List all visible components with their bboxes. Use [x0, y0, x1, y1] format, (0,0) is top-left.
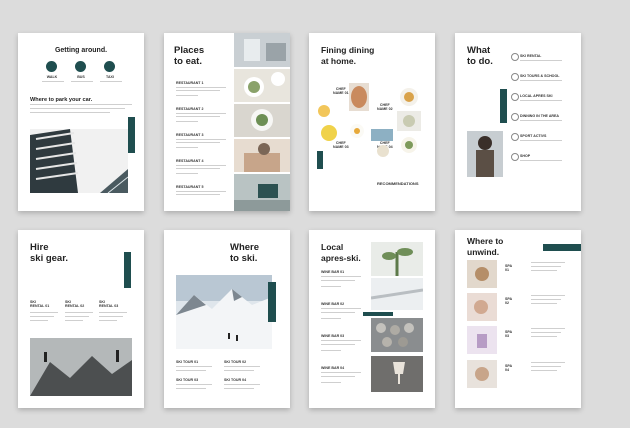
mountain-photo	[30, 338, 132, 396]
spa-label: SPA 01	[505, 264, 513, 272]
spa-label: SPA 02	[505, 297, 513, 305]
tour-label: SKI TOUR 04	[224, 378, 247, 382]
page-apres-ski: Local apres-ski. WINE BAR 01 WINE BAR 02…	[309, 230, 435, 408]
list-item: SPORT ACTIVS	[520, 134, 547, 138]
page-hire-ski-gear: Hire ski gear. SKI RENTAL 01 SKI RENTAL …	[18, 230, 144, 408]
page-places-to-eat: Places to eat. RESTAURANT 1 RESTAURANT 2…	[164, 33, 290, 211]
spa-photo	[467, 326, 497, 354]
page-title: Getting around.	[54, 47, 108, 54]
list-item: SKI RENTAL	[520, 54, 542, 58]
page-fine-dining: Fining dining at home. CHEF NAME 01 CHEF…	[309, 33, 435, 211]
page-title: Places to eat.	[174, 45, 205, 67]
bar-label: WINE BAR 03	[321, 334, 345, 338]
list-item: LOCAL APRES SKI	[520, 94, 553, 98]
wine-corks-photo	[371, 318, 423, 352]
car-icon	[104, 61, 115, 72]
list-item: RESTAURANT 3	[176, 133, 204, 137]
restaurant-photo	[234, 33, 290, 67]
tour-label: SKI TOUR 02	[224, 360, 247, 364]
list-item: DINNING IN THE AREA	[520, 114, 559, 118]
restaurant-photo	[234, 174, 290, 211]
restaurant-photo	[234, 139, 290, 172]
food-photo	[234, 69, 290, 102]
list-item: RESTAURANT 2	[176, 107, 204, 111]
bar-label: WINE BAR 02	[321, 302, 345, 306]
bar-label: WINE BAR 01	[321, 270, 345, 274]
spa-label: SPA 03	[505, 330, 513, 338]
bar-label: WINE BAR 04	[321, 366, 345, 370]
parking-photo	[30, 129, 128, 193]
page-spread-preview: { "pages": { "p1": { "title": "Getting a…	[0, 0, 630, 428]
tour-label: SKI TOUR 03	[176, 378, 199, 382]
spa-photo	[467, 293, 497, 321]
spa-photo	[467, 260, 497, 288]
ski-slope-photo	[176, 275, 272, 349]
footer-label: RECOMMENDATIONS	[377, 181, 419, 186]
page-where-to-unwind: Where to unwind. SPA 01 SPA 02 SPA 03 SP…	[455, 230, 581, 408]
list-item: RESTAURANT 4	[176, 159, 204, 163]
rental-label: SKI RENTAL 02	[65, 300, 85, 308]
page-where-to-ski: Where to ski. SKI TOUR 01 SKI TOUR 02 SK…	[164, 230, 290, 408]
snow-photo	[371, 278, 423, 310]
page-title: Where to unwind.	[467, 236, 504, 257]
icon-label: BUS	[77, 75, 85, 79]
bus-icon	[75, 61, 86, 72]
page-what-to-do: What to do. SKI RENTAL SKI TOURS & SCHOO…	[455, 33, 581, 211]
walk-icon	[46, 61, 57, 72]
spa-photo	[467, 360, 497, 388]
page-title: Hire ski gear.	[30, 242, 69, 264]
icon-label: TAXI	[106, 75, 114, 79]
rental-label: SKI RENTAL 03	[99, 300, 119, 308]
list-item: SKI TOURS & SCHOOL	[520, 74, 560, 78]
rental-label: SKI RENTAL 01	[30, 300, 50, 308]
list-item: RESTAURANT 5	[176, 185, 204, 189]
list-item: SHOP	[520, 154, 531, 158]
page-title: What to do.	[467, 45, 493, 67]
page-getting-around: Getting around. WALK BUS TAXI Where to p…	[18, 33, 144, 211]
page-title: Local apres-ski.	[321, 242, 361, 263]
wine-glass-photo	[371, 356, 423, 392]
list-item: RESTAURANT 1	[176, 81, 204, 85]
food-photo	[234, 104, 290, 137]
traveler-photo	[467, 131, 503, 177]
tour-label: SKI TOUR 01	[176, 360, 199, 364]
icon-label: WALK	[46, 75, 58, 79]
plant-photo	[371, 242, 423, 276]
spa-label: SPA 04	[505, 364, 513, 372]
page-title: Where to ski.	[230, 242, 260, 264]
